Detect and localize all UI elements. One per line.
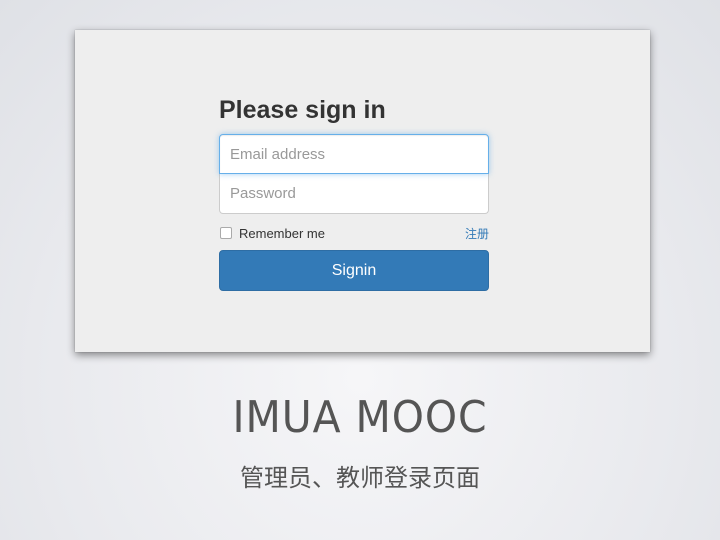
remember-me-checkbox[interactable] bbox=[220, 227, 232, 239]
login-screenshot: Please sign in Remember me 注册 Signin bbox=[75, 30, 650, 352]
signin-button[interactable]: Signin bbox=[219, 250, 489, 291]
register-link[interactable]: 注册 bbox=[465, 225, 489, 242]
remember-me-label: Remember me bbox=[239, 225, 325, 241]
email-input[interactable] bbox=[219, 134, 489, 174]
remember-me[interactable]: Remember me bbox=[219, 226, 325, 241]
password-input[interactable] bbox=[219, 174, 489, 214]
slide-subtitle: 管理员、教师登录页面 bbox=[240, 464, 480, 492]
signin-form: Please sign in Remember me 注册 Signin bbox=[219, 94, 489, 291]
form-heading: Please sign in bbox=[219, 96, 386, 124]
slide-title: IMUA MOOC bbox=[232, 392, 488, 443]
form-options-row: Remember me 注册 bbox=[219, 224, 489, 242]
